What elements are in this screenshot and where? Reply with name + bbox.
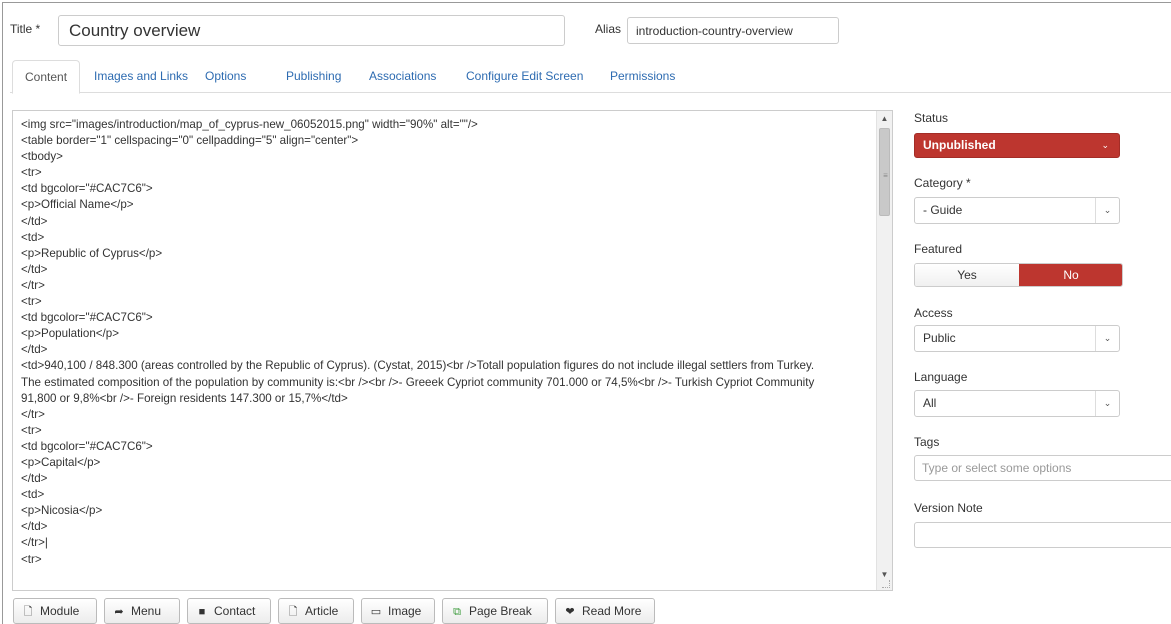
code-line[interactable]: </tr>| [21, 535, 879, 551]
featured-toggle: Yes No [914, 263, 1123, 287]
code-line[interactable]: <td bgcolor="#CAC7C6"> [21, 181, 879, 197]
code-line[interactable]: <p>Republic of Cyprus</p> [21, 246, 879, 262]
version-note-input[interactable] [914, 522, 1171, 548]
menu-button[interactable]: ➦ Menu [104, 598, 180, 624]
tags-label: Tags [914, 435, 940, 449]
read-more-button[interactable]: ❤ Read More [555, 598, 655, 624]
title-label: Title * [10, 22, 41, 36]
status-label: Status [914, 111, 949, 125]
code-line[interactable]: </td> [21, 262, 879, 278]
access-label: Access [914, 306, 953, 320]
tab-permissions[interactable]: Permissions [598, 60, 687, 93]
alias-input[interactable]: introduction-country-overview [627, 17, 839, 44]
share-icon: ➦ [114, 606, 124, 618]
tab-content[interactable]: Content [12, 60, 81, 94]
code-line[interactable]: </td> [21, 519, 879, 535]
chevron-down-icon: ❤ [565, 606, 575, 618]
code-line[interactable]: </td> [21, 214, 879, 230]
module-button[interactable]: 🗋 Module [13, 598, 97, 624]
code-line[interactable]: </td> [21, 342, 879, 358]
featured-label: Featured [914, 242, 963, 256]
category-label: Category * [914, 176, 971, 190]
code-editor[interactable]: <img src="images/introduction/map_of_cyp… [12, 110, 893, 591]
code-line[interactable]: <p>Population</p> [21, 326, 879, 342]
copy-icon: ⧉ [453, 606, 461, 618]
tab-associations[interactable]: Associations [357, 60, 448, 93]
featured-yes-button[interactable]: Yes [915, 264, 1019, 286]
contact-button[interactable]: ■ Contact [187, 598, 271, 624]
code-line[interactable]: <tbody> [21, 149, 879, 165]
code-line[interactable]: </tr> [21, 278, 879, 294]
code-line[interactable]: <td> [21, 487, 879, 503]
code-line[interactable]: <td>940,100 / 848.300 (areas controlled … [21, 358, 879, 374]
code-line[interactable]: <img src="images/introduction/map_of_cyp… [21, 117, 879, 133]
image-button[interactable]: ▭ Image [361, 598, 435, 624]
code-line[interactable]: <p>Nicosia</p> [21, 503, 879, 519]
code-line[interactable]: <td bgcolor="#CAC7C6"> [21, 310, 879, 326]
title-input[interactable]: Country overview [58, 15, 565, 46]
file-plus-icon: 🗋 [288, 606, 298, 618]
chevron-down-icon: ⌄ [1101, 140, 1109, 150]
page-break-button[interactable]: ⧉ Page Break [442, 598, 548, 624]
code-line[interactable]: <tr> [21, 294, 879, 310]
code-line[interactable]: <p>Capital</p> [21, 455, 879, 471]
category-select[interactable]: - Guide ⌄ [914, 197, 1120, 224]
resize-handle-icon[interactable] [882, 580, 890, 588]
tags-input[interactable]: Type or select some options [914, 455, 1171, 481]
chevron-down-icon: ⌄ [1095, 391, 1119, 416]
code-line[interactable]: </tr> [21, 407, 879, 423]
status-select[interactable]: Unpublished ⌄ [914, 133, 1120, 158]
chevron-down-icon: ⌄ [1095, 326, 1119, 351]
picture-icon: ▭ [370, 606, 382, 618]
version-note-label: Version Note [914, 501, 983, 515]
language-label: Language [914, 370, 968, 384]
grip-icon: ≡ [883, 171, 888, 180]
status-value: Unpublished [923, 138, 996, 152]
code-line[interactable]: </td> [21, 471, 879, 487]
tab-options[interactable]: Options [193, 60, 258, 93]
code-line[interactable]: <tr> [21, 552, 879, 568]
scroll-up-icon[interactable]: ▲ [877, 111, 892, 126]
code-line[interactable]: The estimated composition of the populat… [21, 375, 879, 391]
tab-images-and-links[interactable]: Images and Links [82, 60, 200, 93]
file-plus-icon: 🗋 [23, 606, 33, 618]
language-select[interactable]: All ⌄ [914, 390, 1120, 417]
article-button[interactable]: 🗋 Article [278, 598, 354, 624]
featured-no-button[interactable]: No [1019, 264, 1122, 286]
language-value: All [923, 396, 937, 410]
code-line[interactable]: <p>Official Name</p> [21, 197, 879, 213]
code-line[interactable]: <tr> [21, 165, 879, 181]
code-line[interactable]: <table border="1" cellspacing="0" cellpa… [21, 133, 879, 149]
tab-bar: Content Images and Links Options Publish… [10, 60, 1171, 94]
chevron-down-icon: ⌄ [1095, 198, 1119, 223]
access-value: Public [923, 331, 956, 345]
scroll-thumb[interactable]: ≡ [879, 128, 890, 216]
alias-label: Alias [595, 22, 622, 36]
code-line[interactable]: <td> [21, 230, 879, 246]
editor-scrollbar[interactable]: ▲ ≡ ▼ [876, 111, 892, 590]
access-select[interactable]: Public ⌄ [914, 325, 1120, 352]
category-value: - Guide [923, 203, 963, 217]
code-line[interactable]: <tr> [21, 423, 879, 439]
editor-content[interactable]: <img src="images/introduction/map_of_cyp… [21, 117, 879, 568]
tab-publishing[interactable]: Publishing [274, 60, 353, 93]
address-book-icon: ■ [198, 606, 206, 618]
code-line[interactable]: <td bgcolor="#CAC7C6"> [21, 439, 879, 455]
code-line[interactable]: 91,800 or 9,8%<br />- Foreign residents … [21, 391, 879, 407]
tab-configure-edit-screen[interactable]: Configure Edit Screen [454, 60, 595, 93]
